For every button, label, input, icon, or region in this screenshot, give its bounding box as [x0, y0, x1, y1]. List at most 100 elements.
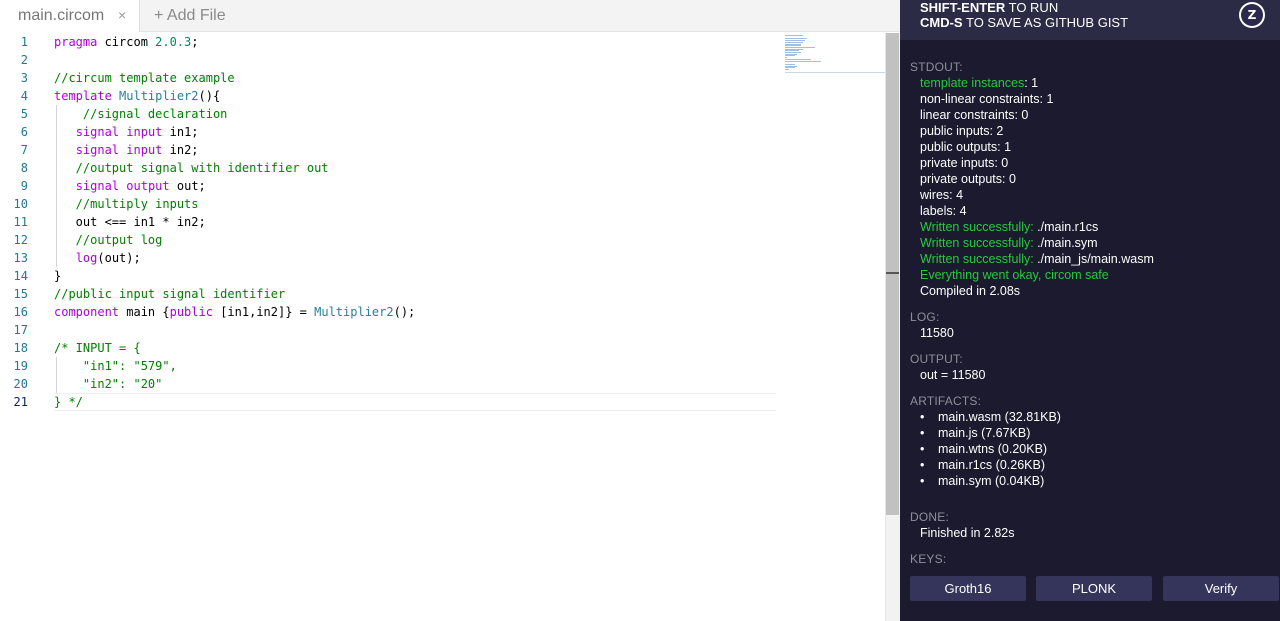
code-text: signal output out;	[75, 179, 206, 193]
code-line: 17	[0, 321, 780, 339]
code-line: 4 template Multiplier2(){	[0, 87, 780, 105]
stdout-line: wires: 4	[920, 188, 964, 202]
stdout-line: private outputs: 0	[920, 172, 1016, 186]
code-text: pragma circom 2.0.3;	[54, 35, 199, 49]
line-number: 19	[13, 359, 28, 373]
artifact-item[interactable]: • main.r1cs (0.26KB)	[920, 458, 1045, 472]
stdout-written-line: Written successfully: ./main_js/main.was…	[920, 252, 1154, 266]
line-number: 13	[13, 251, 28, 265]
editor-pane: main.circom × + Add File 1 pragma circom…	[0, 0, 900, 621]
stdout-line: private inputs: 0	[920, 156, 1009, 170]
code-text: log(out);	[75, 251, 141, 265]
minimap-line	[785, 60, 821, 62]
save-hint: CMD-S TO SAVE AS GITHUB GIST	[920, 15, 1129, 30]
artifact-item[interactable]: • main.sym (0.04KB)	[920, 474, 1044, 488]
code-line: 9 signal output out;	[0, 177, 780, 195]
code-line: 3 //circum template example	[0, 69, 780, 87]
tab-bar: main.circom × + Add File	[0, 0, 900, 32]
code-line: 11 out <== in1 * in2;	[0, 213, 780, 231]
code-line: 15 //public input signal identifier	[0, 285, 780, 303]
zk-logo-icon[interactable]: Z	[1239, 2, 1265, 28]
output-heading: OUTPUT:	[910, 352, 963, 366]
code-text: "in1": "579",	[54, 359, 177, 373]
line-number: 18	[13, 341, 28, 355]
code-text: } */	[54, 395, 83, 409]
minimap[interactable]	[785, 33, 885, 73]
close-icon[interactable]: ×	[118, 7, 126, 23]
done-value: Finished in 2.82s	[920, 526, 1015, 540]
artifact-item[interactable]: • main.wtns (0.20KB)	[920, 442, 1047, 456]
code-text: signal input in2;	[75, 143, 199, 157]
code-text: //circum template example	[54, 71, 235, 85]
line-number: 3	[20, 71, 28, 85]
code-line: 1 pragma circom 2.0.3;	[0, 33, 780, 51]
code-text: signal input in1;	[75, 125, 199, 139]
artifacts-heading: ARTIFACTS:	[910, 394, 982, 408]
line-number: 7	[20, 143, 28, 157]
log-value: 11580	[920, 326, 954, 340]
code-line: 5 //signal declaration	[0, 105, 780, 123]
add-file-button[interactable]: + Add File	[154, 0, 226, 32]
log-heading: LOG:	[910, 310, 940, 324]
code-text: }	[54, 269, 62, 283]
code-line: 6 signal input in1;	[0, 123, 780, 141]
tab-label: main.circom	[18, 7, 105, 24]
scrollbar-thumb[interactable]	[886, 33, 899, 515]
line-number: 21	[13, 395, 28, 409]
output-panel: SHIFT-ENTER TO RUN CMD-S TO SAVE AS GITH…	[900, 0, 1280, 621]
line-number: 16	[13, 305, 28, 319]
code-line: 10 //multiply inputs	[0, 195, 780, 213]
line-number: 8	[20, 161, 28, 175]
code-line: 8 //output signal with identifier out	[0, 159, 780, 177]
code-line: 13 log(out);	[0, 249, 780, 267]
code-text: //multiply inputs	[54, 197, 199, 211]
stdout-compiled: Compiled in 2.08s	[920, 284, 1021, 298]
code-text: //signal declaration	[54, 107, 228, 121]
line-number: 5	[20, 107, 28, 121]
stdout-line: non-linear constraints: 1	[920, 92, 1054, 106]
line-number: 11	[13, 215, 28, 229]
code-line: 18 /* INPUT = {	[0, 339, 780, 357]
line-number: 10	[13, 197, 28, 211]
code-editor[interactable]: 1 pragma circom 2.0.3; 2 3 //circum temp…	[0, 33, 885, 621]
stdout-written-line: Written successfully: ./main.r1cs	[920, 220, 1099, 234]
shortcut-header: SHIFT-ENTER TO RUN CMD-S TO SAVE AS GITH…	[900, 0, 1280, 40]
stdout-line: public inputs: 2	[920, 124, 1004, 138]
code-text: component main {public [in1,in2]} = Mult…	[54, 305, 416, 319]
code-line: 19 "in1": "579",	[0, 357, 780, 375]
code-line: 12 //output log	[0, 231, 780, 249]
stdout-heading: STDOUT:	[910, 60, 963, 74]
code-text: //output signal with identifier out	[54, 161, 329, 175]
line-number: 14	[13, 269, 28, 283]
line-number: 9	[20, 179, 28, 193]
code-line: 21 } */	[0, 393, 780, 411]
stdout-line: public outputs: 1	[920, 140, 1012, 154]
code-text: template Multiplier2(){	[54, 89, 221, 103]
plonk-button[interactable]: PLONK	[1036, 576, 1152, 601]
stdout-line: labels: 4	[920, 204, 967, 218]
done-heading: DONE:	[910, 510, 950, 524]
run-hint: SHIFT-ENTER TO RUN	[920, 0, 1059, 15]
minimap-line	[785, 35, 803, 36]
stdout-written-line: Written successfully: ./main.sym	[920, 236, 1098, 250]
verify-button[interactable]: Verify	[1163, 576, 1279, 601]
artifact-item[interactable]: • main.js (7.67KB)	[920, 426, 1030, 440]
line-number: 4	[20, 89, 28, 103]
line-number: 17	[13, 323, 28, 337]
line-number: 6	[20, 125, 28, 139]
code-text: //public input signal identifier	[54, 287, 286, 301]
stdout-ok-message: Everything went okay, circom safe	[920, 268, 1109, 282]
line-number: 2	[20, 53, 28, 67]
minimap-line	[785, 69, 789, 70]
code-line: 2	[0, 51, 780, 69]
output-value: out = 11580	[920, 368, 986, 382]
artifact-item[interactable]: • main.wasm (32.81KB)	[920, 410, 1061, 424]
tab-main-circom[interactable]: main.circom ×	[0, 0, 140, 32]
stdout-line: linear constraints: 0	[920, 108, 1029, 122]
line-number: 12	[13, 233, 28, 247]
code-text: /* INPUT = {	[54, 341, 141, 355]
groth16-button[interactable]: Groth16	[910, 576, 1026, 601]
code-line: 16 component main {public [in1,in2]} = M…	[0, 303, 780, 321]
stdout-template-line: template instances: 1	[920, 76, 1039, 90]
scrollbar-cursor-marker	[886, 272, 899, 274]
